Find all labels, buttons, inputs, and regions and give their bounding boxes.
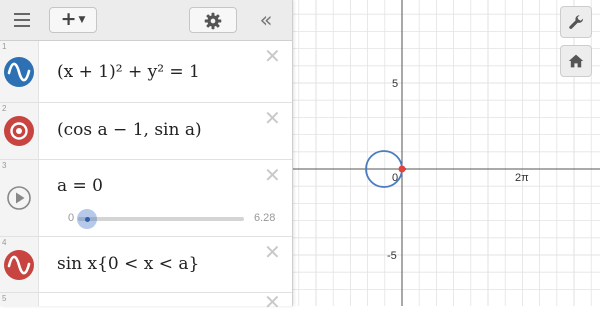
expression-formula[interactable]: (cos a − 1, sin a) <box>57 120 202 140</box>
home-icon <box>568 54 584 68</box>
expression-gutter: 2 <box>0 103 39 159</box>
expression-formula[interactable]: (x + 1)² + y² = 1 <box>57 62 200 82</box>
expression-number: 3 <box>2 161 7 170</box>
expression-number: 1 <box>2 42 7 51</box>
expression-formula[interactable]: sin x{0 < x < a} <box>57 254 199 274</box>
expression-number: 4 <box>2 238 7 247</box>
slider-track[interactable] <box>78 217 244 221</box>
moving-point[interactable] <box>398 165 406 173</box>
delete-expression-icon[interactable]: ✕ <box>264 108 281 128</box>
graph-svg[interactable]: 5 -5 0 2π <box>292 0 600 306</box>
expression-number: 2 <box>2 104 7 113</box>
wrench-icon <box>569 15 584 29</box>
x-tick-2pi: 2π <box>515 172 529 184</box>
expression-row-3[interactable]: 3 a = 0 0 6.28 ✕ <box>0 160 292 237</box>
slider-handle-dot[interactable] <box>85 217 90 222</box>
expression-row-4[interactable]: 4 sin x{0 < x < a} ✕ <box>0 237 292 293</box>
expression-row-2[interactable]: 2 (cos a − 1, sin a) ✕ <box>0 103 292 160</box>
expression-row-1[interactable]: 1 (x + 1)² + y² = 1 ✕ <box>0 41 292 103</box>
expression-number: 5 <box>2 294 7 303</box>
graph-canvas[interactable]: 5 -5 0 2π <box>292 0 600 306</box>
x-tick-0: 0 <box>392 172 398 184</box>
add-label: + <box>60 8 77 30</box>
expression-formula[interactable]: a = 0 <box>57 176 103 196</box>
play-icon[interactable] <box>4 183 34 213</box>
expression-gutter: 4 <box>0 237 39 292</box>
expression-gutter: 5 <box>0 293 39 306</box>
expression-toolbar: + ▼ « <box>0 0 292 41</box>
caret-down-icon: ▼ <box>78 15 86 25</box>
delete-expression-icon[interactable]: ✕ <box>264 165 281 185</box>
delete-expression-icon[interactable]: ✕ <box>264 242 281 262</box>
expression-gutter: 1 <box>0 41 39 102</box>
add-expression-button[interactable]: + ▼ <box>49 7 97 33</box>
collapse-panel-button[interactable]: « <box>252 8 280 32</box>
gear-icon <box>204 12 222 30</box>
expression-row-5[interactable]: 5 ✕ <box>0 292 292 312</box>
slider-min-label: 0 <box>68 212 75 224</box>
home-button[interactable] <box>560 45 592 77</box>
expression-list-panel: + ▼ « 1 (x + 1)² + y² = 1 ✕ 2 (cos a − 1… <box>0 0 293 312</box>
settings-button[interactable] <box>189 7 237 33</box>
y-tick-neg5: -5 <box>387 250 397 262</box>
sine-wave-icon[interactable] <box>4 57 34 87</box>
sine-wave-icon[interactable] <box>4 250 34 280</box>
point-target-icon[interactable] <box>4 116 34 146</box>
y-tick-5: 5 <box>392 78 398 90</box>
hamburger-menu-icon[interactable] <box>8 9 36 31</box>
slider-max-label: 6.28 <box>254 212 276 224</box>
delete-expression-icon[interactable]: ✕ <box>264 292 281 312</box>
expression-gutter: 3 <box>0 160 39 236</box>
wrench-button[interactable] <box>560 6 592 38</box>
delete-expression-icon[interactable]: ✕ <box>264 46 281 66</box>
graph-grid <box>292 0 600 306</box>
